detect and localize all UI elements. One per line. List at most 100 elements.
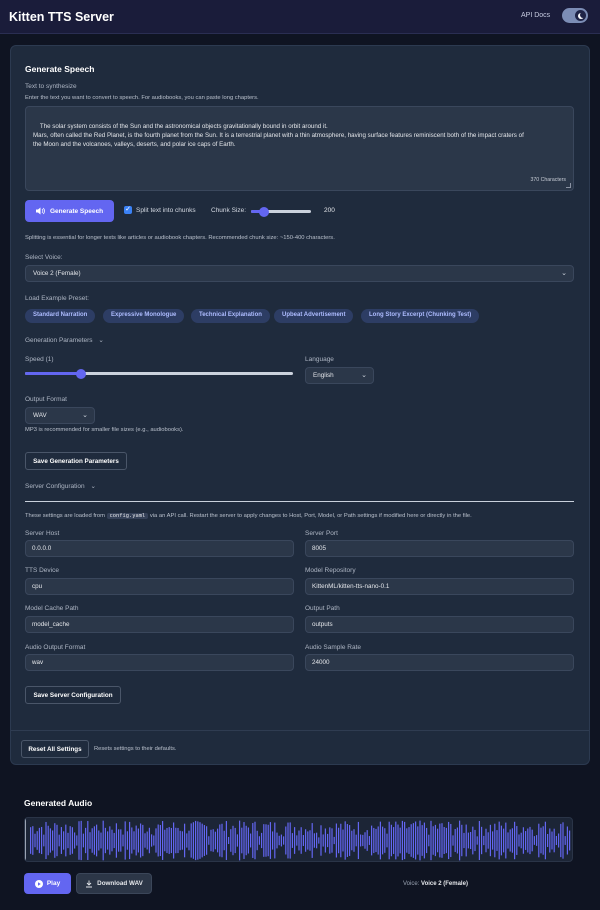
waveform-bar [276, 832, 278, 849]
waveform-bar [151, 834, 153, 847]
waveform-bar [481, 826, 483, 855]
waveform-bar [307, 831, 309, 850]
waveform-bar [437, 828, 439, 853]
repo-input[interactable]: KittenML/kitten-tts-nano-0.1 [305, 578, 574, 595]
waveform-bar [274, 822, 276, 859]
split-checkbox[interactable]: ✓ [124, 206, 132, 214]
host-input[interactable]: 0.0.0.0 [25, 540, 294, 557]
waveform-bar [384, 828, 386, 853]
waveform-bar [353, 829, 355, 852]
theme-toggle[interactable] [562, 8, 588, 23]
waveform-bar [157, 824, 159, 857]
waveform-bar [36, 831, 38, 850]
waveform-bar [329, 827, 331, 854]
waveform-bar [346, 824, 348, 857]
waveform-bar [309, 830, 311, 851]
resize-grip-icon[interactable] [566, 183, 571, 188]
waveform-bar [569, 830, 571, 851]
play-button[interactable]: Play [24, 873, 71, 894]
waveform-bar [412, 823, 414, 858]
waveform-bar [564, 836, 566, 845]
voice-select[interactable]: Voice 2 (Female) ⌄ [25, 265, 574, 282]
chunk-size-slider[interactable] [251, 206, 311, 217]
waveform-bar [232, 825, 234, 856]
waveform-bar [421, 825, 423, 856]
sample-rate-input[interactable]: 24000 [305, 654, 574, 671]
waveform-bar [267, 824, 269, 857]
waveform-bar [241, 827, 243, 854]
api-docs-link[interactable]: API Docs [521, 12, 550, 19]
preset-chip[interactable]: Long Story Excerpt (Chunking Test) [361, 309, 480, 323]
chevron-down-icon: ⌄ [90, 483, 96, 490]
waveform-bar [60, 827, 62, 854]
split-help: Splitting is essential for longer texts … [25, 235, 335, 241]
waveform-bar [254, 821, 256, 860]
generation-params-toggle[interactable]: Generation Parameters ⌄ [25, 336, 104, 344]
waveform-bar [516, 826, 518, 855]
waveform-bar [417, 826, 419, 855]
waveform-bar [38, 827, 40, 854]
chunk-size-thumb[interactable] [259, 206, 270, 217]
waveform-bar [390, 824, 392, 857]
preset-chip[interactable]: Technical Explanation [191, 309, 270, 323]
server-config-heading: Server Configuration [25, 483, 85, 490]
waveform-bar [360, 834, 362, 847]
download-button[interactable]: Download WAV [76, 873, 152, 894]
split-label: Split text into chunks [136, 207, 196, 214]
waveform-bar [498, 821, 500, 860]
waveform-bar [542, 826, 544, 855]
device-input[interactable]: cpu [25, 578, 294, 595]
waveform-bar [177, 827, 179, 854]
chunk-size-value: 200 [324, 207, 335, 214]
waveform-bar [280, 834, 282, 847]
preset-chip[interactable]: Expressive Monologue [103, 309, 185, 323]
waveform-bar [126, 831, 128, 850]
format-select[interactable]: WAV ⌄ [25, 407, 95, 424]
waveform-bar [168, 827, 170, 854]
waveform-bar [529, 826, 531, 855]
waveform-bar [538, 823, 540, 858]
language-select[interactable]: English ⌄ [305, 367, 374, 384]
waveform-bar [118, 829, 120, 852]
waveform-bar [234, 827, 236, 854]
preset-chip[interactable]: Upbeat Advertisement [274, 309, 354, 323]
waveform-bar [107, 831, 109, 850]
output-path-input[interactable]: outputs [305, 616, 574, 633]
play-label: Play [46, 880, 61, 887]
cache-input[interactable]: model_cache [25, 616, 294, 633]
waveform-bar [366, 830, 368, 851]
save-server-config-button[interactable]: Save Server Configuration [25, 686, 121, 704]
waveform-bar [432, 826, 434, 855]
reset-help: Resets settings to their defaults. [94, 746, 177, 752]
save-generation-params-button[interactable]: Save Generation Parameters [25, 452, 127, 470]
waveform-bar [489, 824, 491, 857]
waveform-bar [197, 821, 199, 860]
waveform-bar [223, 830, 225, 851]
port-input[interactable]: 8005 [305, 540, 574, 557]
waveform-bar [56, 824, 58, 857]
generate-speech-button[interactable]: Generate Speech [25, 200, 114, 222]
text-input[interactable]: The solar system consists of the Sun and… [25, 106, 574, 191]
preset-chip[interactable]: Standard Narration [25, 309, 96, 323]
waveform-bar [190, 823, 192, 858]
speed-thumb[interactable] [76, 368, 87, 379]
server-config-toggle[interactable]: Server Configuration ⌄ [25, 482, 96, 490]
waveform-bar [311, 823, 313, 858]
waveform-bar [459, 820, 461, 861]
waveform-bar [505, 822, 507, 859]
waveform[interactable] [24, 817, 573, 862]
waveform-bar [30, 827, 32, 854]
waveform-bar [399, 827, 401, 854]
waveform-bar [344, 821, 346, 860]
audio-format-input[interactable]: wav [25, 654, 294, 671]
speed-slider[interactable] [25, 368, 293, 379]
waveform-bar [89, 832, 91, 849]
waveform-bar [96, 824, 98, 857]
waveform-bar [148, 827, 150, 854]
waveform-bar [476, 836, 478, 845]
waveform-bar [461, 824, 463, 857]
waveform-bar [296, 835, 298, 846]
waveform-bar [269, 822, 271, 859]
reset-settings-button[interactable]: Reset All Settings [21, 740, 89, 758]
chevron-down-icon: ⌄ [561, 270, 567, 277]
